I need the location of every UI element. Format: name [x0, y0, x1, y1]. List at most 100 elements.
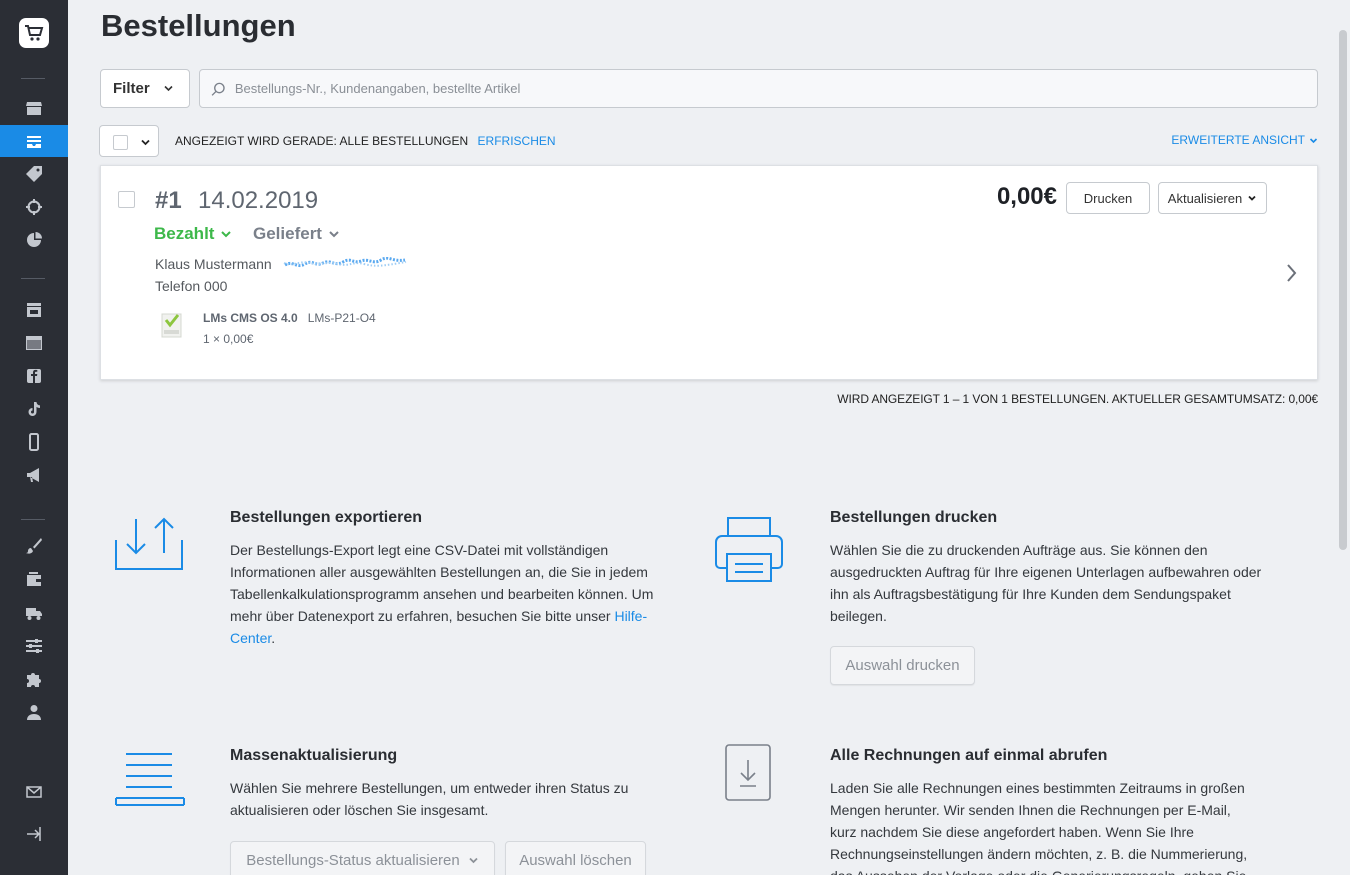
extended-view-toggle[interactable]: ERWEITERTE ANSICHT [1171, 133, 1318, 147]
sidebar-item-payment[interactable] [0, 563, 68, 595]
export-text: Der Bestellungs-Export legt eine CSV-Dat… [230, 542, 654, 624]
sliders-icon [26, 639, 42, 653]
delivery-status-dropdown[interactable]: Geliefert [253, 224, 340, 244]
update-label: Aktualisieren [1167, 190, 1243, 206]
filter-label: Filter [113, 80, 150, 97]
select-all-dropdown[interactable] [99, 125, 159, 157]
order-card[interactable]: #1 14.02.2019 Bezahlt Geliefert Klaus Mu… [100, 165, 1318, 380]
vertical-scrollbar[interactable] [1336, 0, 1350, 875]
sidebar-item-reports[interactable] [0, 224, 68, 256]
search-input[interactable] [234, 70, 1317, 107]
sidebar-item-apps[interactable] [0, 663, 68, 695]
megaphone-icon [27, 468, 39, 482]
main-content: Bestellungen Filter ANGEZEIGT WIRD GERAD… [68, 0, 1350, 875]
chevron-down-icon [164, 85, 173, 92]
export-title: Bestellungen exportieren [230, 509, 423, 526]
bulk-status-label: Bestellungs-Status aktualisieren [246, 852, 460, 869]
sidebar-item-store[interactable] [0, 92, 68, 124]
sidebar-item-tiktok[interactable] [0, 393, 68, 425]
bulk-status-update-dropdown[interactable]: Bestellungs-Status aktualisieren [230, 841, 495, 875]
print-selection-button[interactable]: Auswahl drucken [830, 646, 975, 685]
sidebar [0, 0, 68, 875]
sidebar-item-storefront[interactable] [0, 294, 68, 326]
chevron-down-icon [1309, 137, 1318, 143]
shop-logo-icon[interactable] [19, 18, 49, 48]
sidebar-item-website[interactable] [0, 327, 68, 359]
sidebar-item-mobile[interactable] [0, 426, 68, 458]
sidebar-item-settings[interactable] [0, 630, 68, 662]
page-title: Bestellungen [101, 8, 296, 43]
delivery-status: Geliefert [253, 224, 322, 243]
sidebar-item-marketing[interactable] [0, 191, 68, 223]
chevron-down-icon [469, 857, 478, 864]
payment-status-dropdown[interactable]: Bezahlt [154, 224, 232, 244]
order-total: 0,00€ [996, 183, 1057, 210]
chevron-down-icon [329, 231, 339, 238]
payment-status: Bezahlt [154, 224, 215, 243]
order-checkbox[interactable] [118, 191, 135, 208]
store-icon [26, 102, 42, 115]
sidebar-item-orders[interactable] [0, 125, 68, 157]
scrollbar-thumb[interactable] [1339, 30, 1347, 550]
mass-update-description: Wählen Sie mehrere Bestellungen, um entw… [230, 780, 629, 818]
invoices-title: Alle Rechnungen auf einmal abrufen [830, 747, 1108, 764]
product-name[interactable]: LMs CMS OS 4.0 [203, 311, 298, 325]
target-icon [26, 199, 42, 215]
facebook-icon [27, 369, 41, 383]
chevron-down-icon [141, 139, 150, 146]
showing-status: ANGEZEIGT WIRD GERADE: ALLE BESTELLUNGEN… [175, 134, 556, 148]
sidebar-divider [21, 278, 45, 279]
order-date: 14.02.2019 [198, 187, 319, 214]
storefront-icon [27, 303, 41, 317]
filter-button[interactable]: Filter [100, 69, 190, 108]
sidebar-divider [21, 78, 45, 79]
chevron-down-icon [221, 231, 232, 238]
sidebar-item-messages[interactable] [0, 776, 68, 808]
update-dropdown-button[interactable]: Aktualisieren [1158, 182, 1267, 214]
truck-icon [26, 608, 42, 620]
invoices-description: Laden Sie alle Rechnungen eines bestimmt… [830, 780, 1248, 875]
print-button[interactable]: Drucken [1066, 182, 1150, 214]
sidebar-item-design[interactable] [0, 530, 68, 562]
sidebar-divider [21, 519, 45, 520]
customer-name: Klaus Mustermann [155, 256, 272, 272]
brush-icon [26, 538, 42, 554]
chevron-right-icon[interactable] [1284, 262, 1300, 284]
select-all-checkbox[interactable] [113, 135, 128, 150]
print-description: Wählen Sie die zu druckenden Aufträge au… [830, 542, 1262, 624]
wallet-icon [27, 572, 41, 586]
sidebar-item-ads[interactable] [0, 459, 68, 491]
tag-icon [26, 166, 42, 182]
showing-text: ANGEZEIGT WIRD GERADE: ALLE BESTELLUNGEN [175, 134, 469, 148]
order-number[interactable]: #1 [155, 187, 182, 215]
orders-icon [27, 136, 41, 148]
chevron-down-icon [1248, 195, 1256, 201]
orders-summary: WIRD ANGEZEIGT 1 – 1 VON 1 BESTELLUNGEN.… [837, 392, 1318, 406]
sidebar-item-logout[interactable] [0, 818, 68, 850]
export-icon [115, 517, 183, 570]
tiktok-icon [28, 402, 40, 416]
product-sku: LMs-P21-O4 [307, 311, 376, 325]
mobile-icon [29, 433, 39, 451]
logout-icon [27, 827, 41, 841]
product-quantity-price: 1 × 0,00€ [203, 332, 254, 346]
delete-selection-button[interactable]: Auswahl löschen [505, 841, 646, 875]
redacted-email-scribble [283, 256, 406, 268]
browser-icon [26, 336, 42, 350]
search-box[interactable] [199, 69, 1318, 108]
sidebar-item-account[interactable] [0, 696, 68, 728]
export-text-end: . [271, 630, 276, 646]
sidebar-item-products[interactable] [0, 158, 68, 190]
sidebar-item-facebook[interactable] [0, 360, 68, 392]
product-line: LMs CMS OS 4.0 LMs-P21-O4 [203, 311, 376, 325]
extended-view-label: ERWEITERTE ANSICHT [1171, 133, 1305, 147]
refresh-link[interactable]: ERFRISCHEN [478, 134, 556, 148]
user-icon [27, 705, 41, 720]
sidebar-item-shipping[interactable] [0, 597, 68, 629]
export-description: Der Bestellungs-Export legt eine CSV-Dat… [230, 539, 655, 649]
pie-chart-icon [27, 232, 42, 247]
list-icon [115, 753, 185, 806]
mass-update-title: Massenaktualisierung [230, 747, 398, 764]
mail-icon [26, 786, 42, 798]
printer-icon [715, 517, 783, 582]
